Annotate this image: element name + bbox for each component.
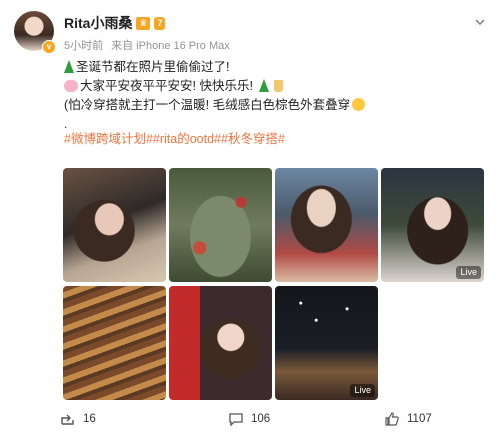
- post-source: 来自 iPhone 16 Pro Max: [111, 40, 230, 52]
- action-bar: 16 106 1107: [0, 404, 500, 434]
- photo-2[interactable]: [169, 168, 272, 282]
- pig-face-icon: [64, 80, 78, 92]
- thumbs-up-icon: [384, 411, 400, 427]
- live-badge: Live: [350, 384, 375, 397]
- post-dot: .: [64, 117, 68, 131]
- post-line-3: (怕冷穿搭就主打一个温暖! 毛绒感白色棕色外套叠穿: [64, 96, 484, 115]
- live-badge: Live: [456, 266, 481, 279]
- hashtags[interactable]: #微博跨域计划##rita的ootd##秋冬穿搭#: [64, 130, 484, 149]
- comment-button[interactable]: 106: [228, 411, 270, 427]
- crown-icon: ♛: [136, 16, 151, 30]
- share-count: 16: [83, 413, 96, 425]
- photo-6[interactable]: [169, 286, 272, 400]
- smiling-face-icon: [352, 98, 366, 111]
- user-row: Rita小雨桑 ♛ 7: [64, 13, 166, 33]
- post-meta: 5小时前 来自 iPhone 16 Pro Max: [64, 37, 230, 53]
- post-line-1: 圣诞节都在照片里偷偷过了!: [64, 58, 484, 77]
- drink-cup-icon: [274, 80, 284, 92]
- photo-4[interactable]: Live: [381, 168, 484, 282]
- share-icon: [60, 411, 76, 427]
- verified-badge-icon: v: [42, 40, 56, 54]
- vip-level-badge: 7: [154, 16, 166, 30]
- photo-1[interactable]: [63, 168, 166, 282]
- post-time: 5小时前: [64, 40, 104, 52]
- chevron-down-icon[interactable]: [474, 16, 486, 28]
- post-line-2: 大家平安夜平平安安! 快快乐乐!: [64, 77, 484, 96]
- christmas-tree-icon: [64, 60, 74, 73]
- like-button[interactable]: 1107: [384, 411, 432, 427]
- like-count: 1107: [407, 413, 432, 425]
- photo-7[interactable]: Live: [275, 286, 378, 400]
- post-text: 圣诞节都在照片里偷偷过了! 大家平安夜平平安安! 快快乐乐! (怕冷穿搭就主打一…: [64, 58, 484, 149]
- comment-icon: [228, 411, 244, 427]
- photo-grid: Live Live: [63, 168, 484, 400]
- photo-5[interactable]: [63, 286, 166, 400]
- christmas-tree-icon: [259, 79, 270, 92]
- photo-3[interactable]: [275, 168, 378, 282]
- username[interactable]: Rita小雨桑: [64, 13, 132, 33]
- weibo-post-card: v Rita小雨桑 ♛ 7 5小时前 来自 iPhone 16 Pro Max …: [0, 0, 500, 440]
- comment-count: 106: [251, 413, 271, 425]
- share-button[interactable]: 16: [60, 411, 96, 427]
